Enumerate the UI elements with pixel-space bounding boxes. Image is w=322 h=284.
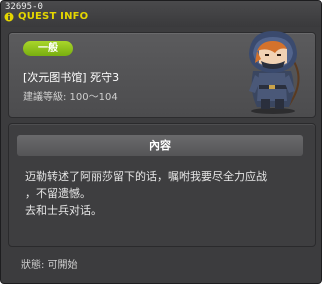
quest-name: [次元图书馆] 死守3 bbox=[23, 71, 120, 84]
title-bar[interactable]: 32695-0 QUEST INFO bbox=[1, 1, 321, 27]
quest-content-panel: 內容 迈勒转述了阿丽莎留下的话，嘱咐我要尽全力应战 ，不留遗憾。 去和士兵对话。 bbox=[8, 123, 316, 247]
content-section-header: 內容 bbox=[17, 135, 303, 156]
npc-portrait bbox=[249, 31, 300, 114]
quest-status: 狀態: 可開始 bbox=[21, 260, 78, 271]
info-icon bbox=[4, 12, 14, 22]
quest-summary-panel: 一般 [次元图书馆] 死守3 建議等級: 100～104 bbox=[8, 31, 316, 118]
category-badge: 一般 bbox=[23, 41, 73, 56]
recommended-level: 建議等級: 100～104 bbox=[23, 92, 118, 103]
quest-description: 迈勒转述了阿丽莎留下的话，嘱咐我要尽全力应战 ，不留遗憾。 去和士兵对话。 bbox=[25, 170, 267, 217]
quest-info-window: 32695-0 QUEST INFO 一般 [次元图书馆] 死守3 建議等級: … bbox=[0, 0, 322, 284]
window-title: QUEST INFO bbox=[18, 11, 89, 22]
